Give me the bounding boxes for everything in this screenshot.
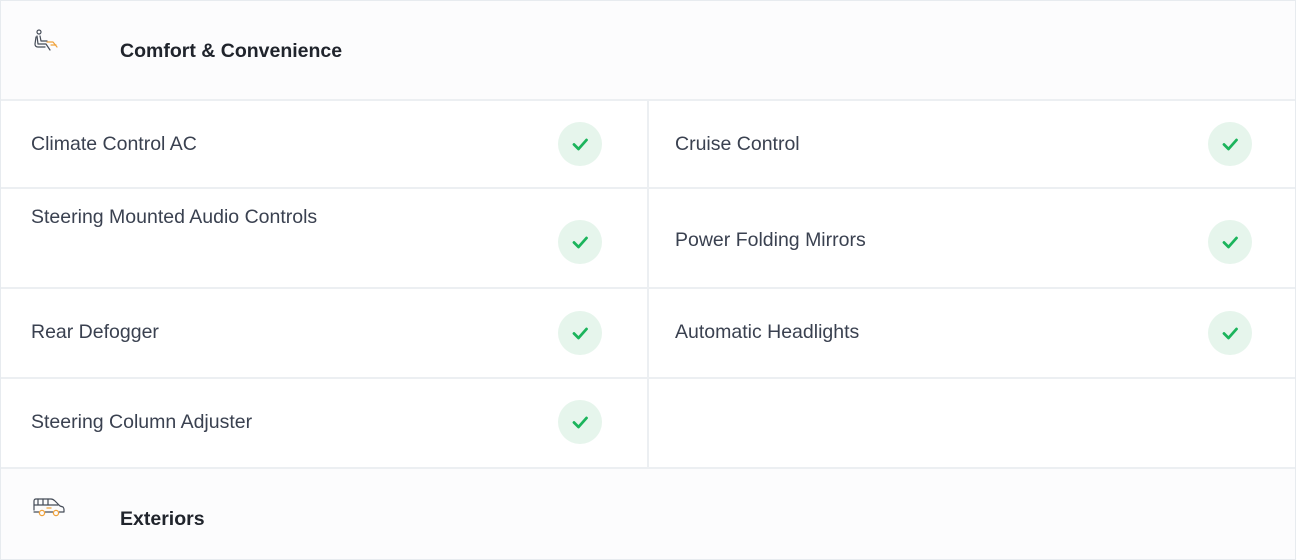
feature-item: Steering Mounted Audio Controls (1, 189, 647, 287)
car-exterior-icon (33, 498, 65, 517)
feature-item: Rear Defogger (1, 289, 647, 377)
feature-label: Climate Control AC (31, 133, 197, 155)
features-panel: Comfort & Convenience Climate Control AC… (0, 0, 1296, 560)
section-title: Comfort & Convenience (120, 40, 343, 62)
check-icon (558, 122, 602, 166)
feature-item: Power Folding Mirrors (649, 189, 1295, 287)
check-icon (1208, 311, 1252, 355)
check-icon (558, 400, 602, 444)
empty-feature-cell (649, 379, 1295, 467)
section-title: Exteriors (120, 508, 205, 530)
feature-label: Automatic Headlights (675, 321, 860, 343)
feature-label: Rear Defogger (31, 321, 159, 343)
feature-item: Climate Control AC (1, 101, 647, 187)
feature-item: Automatic Headlights (649, 289, 1295, 377)
feature-item: Steering Column Adjuster (1, 379, 647, 467)
check-icon (558, 311, 602, 355)
feature-item: Cruise Control (649, 101, 1295, 187)
car-seat-icon (34, 29, 58, 51)
section-header-comfort[interactable]: Comfort & Convenience (1, 1, 1295, 99)
feature-label: Cruise Control (675, 133, 800, 155)
feature-label: Steering Column Adjuster (31, 411, 253, 433)
check-icon (1208, 220, 1252, 264)
check-icon (1208, 122, 1252, 166)
feature-label: Power Folding Mirrors (675, 229, 866, 251)
section-header-exteriors[interactable]: Exteriors (1, 469, 1295, 559)
feature-label: Steering Mounted Audio Controls (31, 206, 318, 228)
check-icon (558, 220, 602, 264)
